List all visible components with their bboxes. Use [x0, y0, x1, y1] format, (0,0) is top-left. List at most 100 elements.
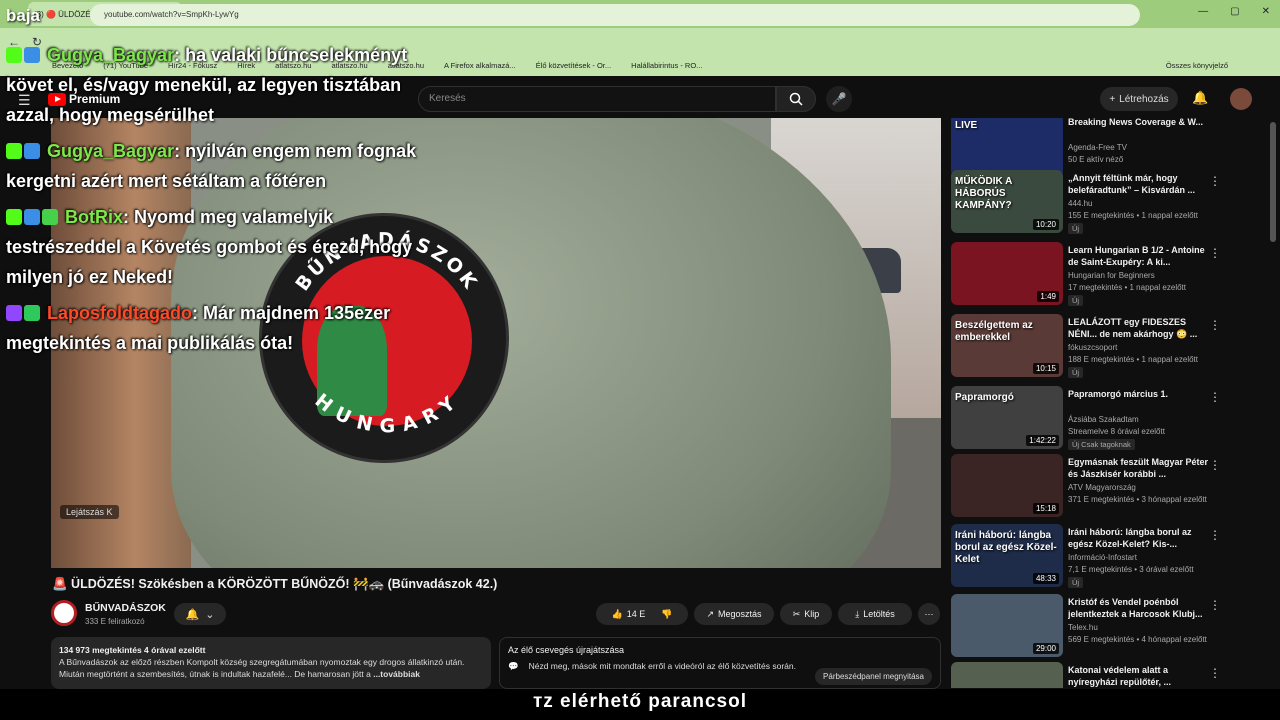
- recommendation-channel[interactable]: Ázsiába Szakadtam: [1068, 415, 1139, 424]
- subscriber-count: 333 E feliratkozó: [85, 617, 145, 626]
- recommendation-channel[interactable]: Hungarian for Beginners: [1068, 271, 1155, 280]
- open-chat-button[interactable]: Párbeszédpanel megnyitása: [815, 668, 932, 685]
- clip-button[interactable]: ✂ Klip: [780, 603, 832, 625]
- download-label: Letöltés: [863, 609, 895, 619]
- bookmark[interactable]: A Firefox alkalmazá...: [444, 61, 516, 73]
- video-thumbnail[interactable]: Papramorgó 1:42:22: [951, 386, 1063, 449]
- video-thumbnail[interactable]: MŰKÖDIK A HÁBORÚS KAMPÁNY? 10:20: [951, 170, 1063, 233]
- show-more-link[interactable]: ...továbbiak: [373, 669, 420, 679]
- kick-icon: [6, 47, 22, 63]
- download-icon: ⤓: [855, 608, 860, 619]
- duration-badge: 1:49: [1037, 291, 1059, 302]
- thumbnail-text: Papramorgó: [955, 392, 1014, 403]
- new-badge: Új Csak tagoknak: [1068, 439, 1135, 450]
- live-chat-replay-panel: Az élő csevegés újrajátszása 💬 Nézd meg, …: [499, 637, 941, 689]
- more-vertical-icon[interactable]: ⋮: [1209, 528, 1221, 542]
- download-button[interactable]: ⤓ Letöltés: [838, 603, 912, 625]
- recommendation-title[interactable]: Katonai védelem alatt a nyíregyházi repü…: [1068, 664, 1213, 688]
- playback-label: Lejátszás: [66, 507, 105, 517]
- channel-name[interactable]: BŰNVADÁSZOK: [85, 602, 166, 614]
- chat-username: Laposfoldtagado: [47, 303, 193, 323]
- recommendation-item[interactable]: Iráni háború: lángba borul az egész Köze…: [951, 524, 1261, 590]
- playback-hint: Lejátszás K: [60, 505, 119, 519]
- search-input[interactable]: Keresés: [418, 86, 776, 112]
- svg-text:HUNGARY: HUNGARY: [311, 389, 464, 437]
- recommendation-item[interactable]: Katonai védelem alatt a nyíregyházi repü…: [951, 662, 1261, 688]
- like-icon[interactable]: 👍: [612, 609, 623, 620]
- new-badge: Új: [1068, 577, 1084, 588]
- recommendation-item[interactable]: 15:18 Egymásnak feszült Magyar Péter és J…: [951, 454, 1261, 520]
- clip-label: Klip: [804, 609, 820, 619]
- microphone-icon[interactable]: 🎤: [826, 86, 852, 112]
- bookmark[interactable]: Halállabirintus - RO...: [631, 61, 702, 73]
- dislike-icon[interactable]: 👎: [661, 609, 672, 620]
- channel-avatar[interactable]: [51, 600, 77, 626]
- duration-badge: 29:00: [1032, 643, 1059, 654]
- chevron-down-icon: ⌄: [205, 608, 215, 621]
- recommendation-title[interactable]: Egymásnak feszült Magyar Péter és Jászki…: [1068, 456, 1213, 480]
- recommendation-channel[interactable]: 444.hu: [1068, 199, 1092, 208]
- more-vertical-icon[interactable]: ⋮: [1209, 458, 1221, 472]
- video-thumbnail[interactable]: LIVE: [951, 118, 1063, 177]
- duration-badge: 15:18: [1032, 503, 1059, 514]
- recommendation-title[interactable]: Breaking News Coverage & W...: [1068, 118, 1213, 128]
- minimize-icon[interactable]: —: [1198, 6, 1208, 17]
- scrollbar[interactable]: [1270, 122, 1276, 242]
- close-window-icon[interactable]: ✕: [1262, 6, 1270, 17]
- address-bar[interactable]: youtube.com/watch?v=SmpKh-LywYg: [90, 4, 1140, 26]
- recommendation-channel[interactable]: Információ-Infostart: [1068, 553, 1137, 562]
- recommendation-item[interactable]: 1:49 Learn Hungarian B 1/2 - Antoine de S…: [951, 242, 1261, 308]
- like-dislike-group: 👍 14 E 👎: [596, 603, 688, 625]
- share-button[interactable]: ↗ Megosztás: [694, 603, 774, 625]
- recommendation-item[interactable]: 29:00 Kristóf és Vendel poénból jelentkez…: [951, 594, 1261, 660]
- bookmark[interactable]: Élő közvetítések - Or...: [536, 61, 611, 73]
- recommendation-title[interactable]: Papramorgó március 1.: [1068, 388, 1213, 400]
- subscription-bell-button[interactable]: 🔔 ⌄: [174, 603, 226, 625]
- playback-key: K: [106, 507, 113, 517]
- recommendation-item[interactable]: MŰKÖDIK A HÁBORÚS KAMPÁNY? 10:20 „Annyit f…: [951, 170, 1261, 236]
- chat-message: BotRix: Nyomd meg valamelyik testrészedd…: [6, 202, 446, 292]
- badge-icon: [24, 143, 40, 159]
- more-vertical-icon[interactable]: ⋮: [1209, 318, 1221, 332]
- notifications-icon[interactable]: 🔔: [1192, 90, 1208, 106]
- recommendation-meta: 371 E megtekintés • 3 hónappal ezelőtt: [1068, 495, 1207, 504]
- create-button[interactable]: + Létrehozás: [1100, 87, 1178, 111]
- recommendation-item[interactable]: Papramorgó 1:42:22 Papramorgó március 1. Áz…: [951, 386, 1261, 452]
- like-count[interactable]: 14 E: [627, 609, 646, 619]
- recommendation-title[interactable]: „Annyit féltünk már, hogy belefáradtunk”…: [1068, 172, 1213, 196]
- video-thumbnail[interactable]: 29:00: [951, 594, 1063, 657]
- create-label: Létrehozás: [1119, 93, 1169, 105]
- video-thumbnail[interactable]: [951, 662, 1063, 688]
- maximize-icon[interactable]: ▢: [1230, 6, 1239, 17]
- all-bookmarks[interactable]: Összes könyvjelző: [1166, 61, 1228, 73]
- new-badge: Új: [1068, 223, 1084, 234]
- video-thumbnail[interactable]: Iráni háború: lángba borul az egész Köze…: [951, 524, 1063, 587]
- video-thumbnail[interactable]: 15:18: [951, 454, 1063, 517]
- recommendation-title[interactable]: Learn Hungarian B 1/2 - Antoine de Saint…: [1068, 244, 1213, 268]
- recommendation-channel[interactable]: Agenda-Free TV: [1068, 143, 1127, 152]
- twitch-icon: [6, 305, 22, 321]
- more-vertical-icon[interactable]: ⋮: [1209, 174, 1221, 188]
- recommendation-title[interactable]: LEALÁZOTT egy FIDESZES NÉNI... de nem ak…: [1068, 316, 1213, 340]
- recommendation-meta: 50 E aktív néző: [1068, 155, 1124, 164]
- recommendation-title[interactable]: Iráni háború: lángba borul az egész Köze…: [1068, 526, 1213, 550]
- description-text: A Bűnvadászok az előző részben Kompolt k…: [59, 656, 483, 680]
- video-thumbnail[interactable]: Beszélgettem az emberekkel 10:15: [951, 314, 1063, 377]
- description-box[interactable]: 134 973 megtekintés 4 órával ezelőtt A B…: [51, 637, 491, 689]
- recommendation-channel[interactable]: fókuszcsoport: [1068, 343, 1117, 352]
- recommendation-item[interactable]: Beszélgettem az emberekkel 10:15 LEALÁZOTT…: [951, 314, 1261, 380]
- avatar[interactable]: [1230, 88, 1252, 110]
- more-vertical-icon[interactable]: ⋮: [1209, 246, 1221, 260]
- more-vertical-icon[interactable]: ⋮: [1209, 598, 1221, 612]
- search-button[interactable]: [776, 86, 816, 112]
- more-actions-icon[interactable]: ⋯: [918, 603, 940, 625]
- kick-icon: [6, 143, 22, 159]
- recommendation-meta: 155 E megtekintés • 1 nappal ezelőtt: [1068, 211, 1198, 220]
- more-vertical-icon[interactable]: ⋮: [1209, 390, 1221, 404]
- recommendation-channel[interactable]: Telex.hu: [1068, 623, 1098, 632]
- bot-icon: [42, 209, 58, 225]
- recommendation-title[interactable]: Kristóf és Vendel poénból jelentkeztek a…: [1068, 596, 1213, 620]
- recommendation-channel[interactable]: ATV Magyarország: [1068, 483, 1136, 492]
- more-vertical-icon[interactable]: ⋮: [1209, 666, 1221, 680]
- video-thumbnail[interactable]: 1:49: [951, 242, 1063, 305]
